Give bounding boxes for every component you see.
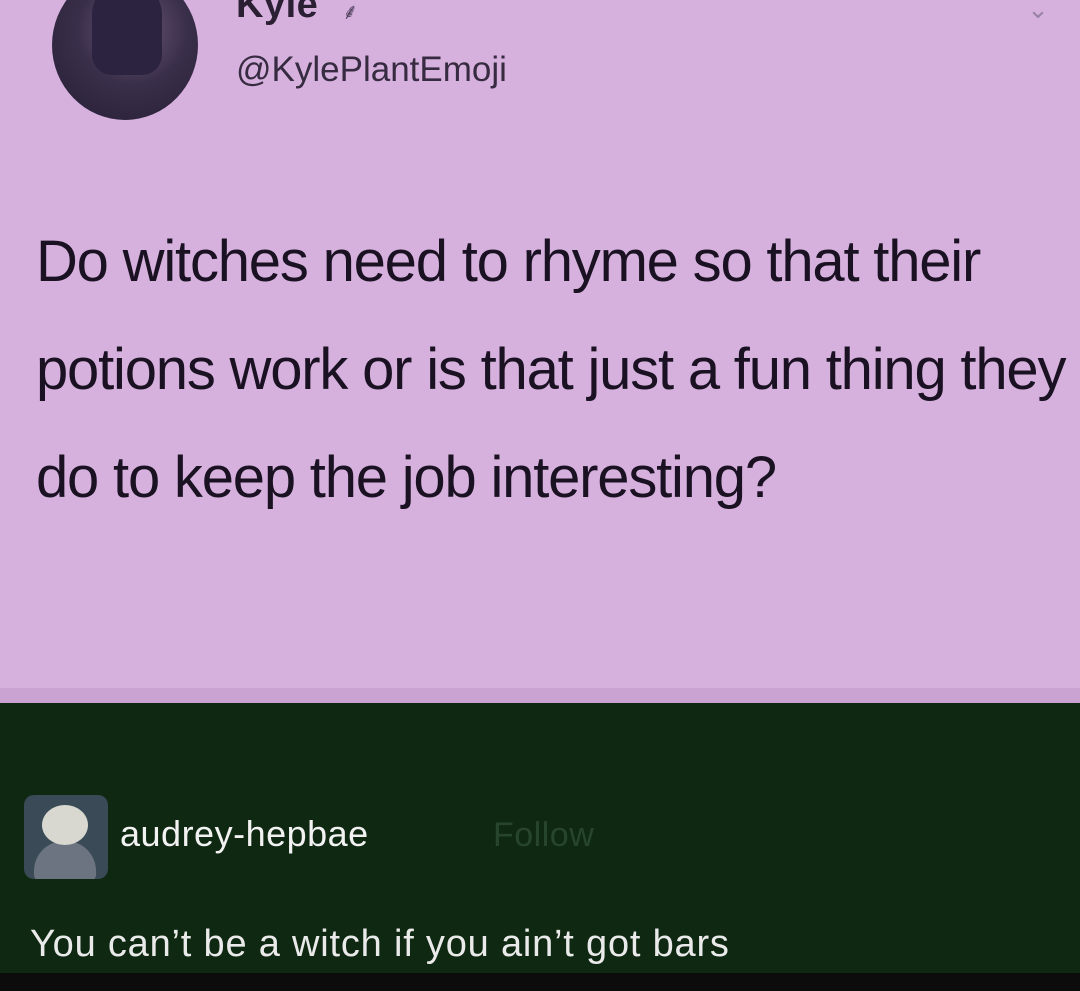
avatar-body bbox=[34, 841, 96, 879]
follow-button[interactable]: Follow bbox=[493, 816, 594, 855]
reply-username[interactable]: audrey-hepbae bbox=[120, 813, 369, 855]
tweet-text: Do witches need to rhyme so that their p… bbox=[36, 229, 1066, 510]
bottom-edge bbox=[0, 973, 1080, 991]
tweet-handle[interactable]: @KylePlantEmoji bbox=[236, 50, 507, 90]
reply-text: You can’t be a witch if you ain’t got ba… bbox=[30, 923, 730, 965]
tweet-display-name[interactable]: Kyle bbox=[236, 0, 318, 27]
chevron-down-icon[interactable]: ⌄ bbox=[1018, 0, 1058, 24]
tweet-card: Kyle ⸙ @KylePlantEmoji ⌄ Do witches need… bbox=[0, 0, 1080, 703]
plant-emoji-icon: ⸙ bbox=[342, 0, 359, 24]
reply-avatar[interactable] bbox=[24, 795, 108, 879]
tweet-avatar[interactable] bbox=[52, 0, 198, 120]
avatar-face bbox=[42, 805, 88, 845]
reply-post: audrey-hepbae Follow You can’t be a witc… bbox=[0, 703, 1080, 973]
tweet-divider bbox=[0, 688, 1080, 703]
screenshot: Kyle ⸙ @KylePlantEmoji ⌄ Do witches need… bbox=[0, 0, 1080, 991]
avatar-figure bbox=[92, 0, 162, 75]
